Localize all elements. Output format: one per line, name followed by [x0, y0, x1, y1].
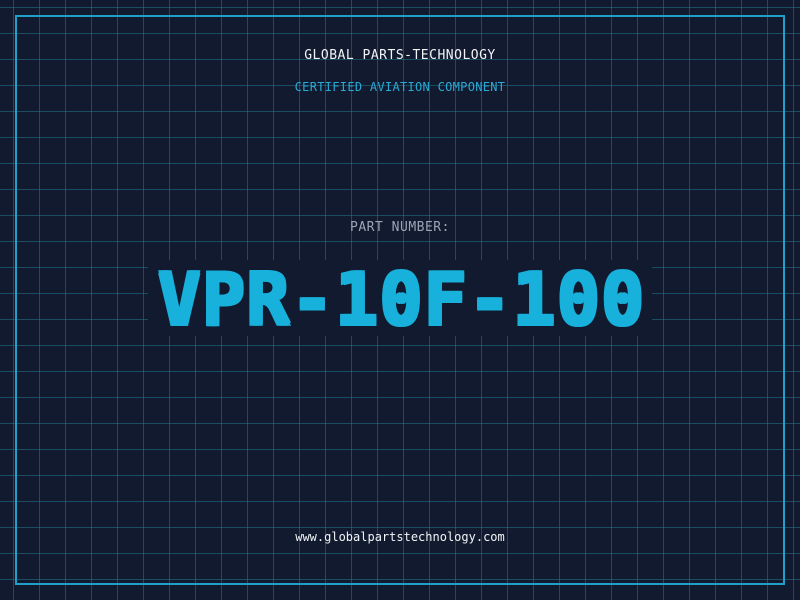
certification-subtitle: CERTIFIED AVIATION COMPONENT — [294, 80, 506, 94]
part-number-label: PART NUMBER: — [350, 220, 450, 235]
part-number-value: VPR-10F-100 — [148, 260, 652, 336]
part-number-container: VPR-10F-100 — [0, 260, 800, 336]
website-url: www.globalpartstechnology.com — [295, 530, 505, 544]
company-name: GLOBAL PARTS-TECHNOLOGY — [304, 48, 496, 63]
